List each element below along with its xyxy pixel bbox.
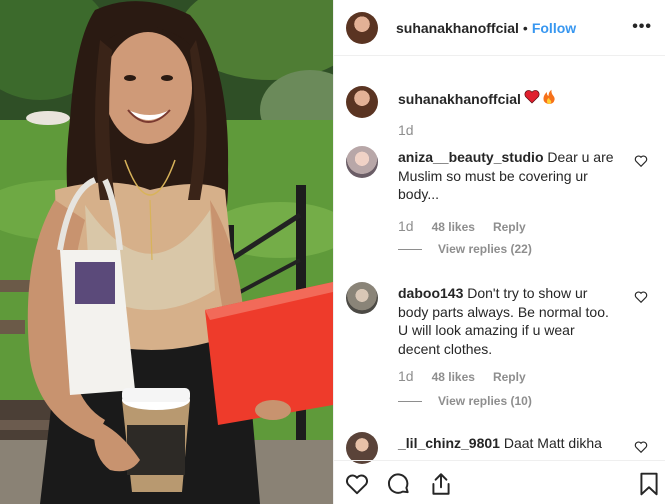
- reply-button[interactable]: Reply: [493, 370, 526, 384]
- comment-text: aniza__beauty_studio Dear u are Muslim s…: [398, 148, 618, 204]
- comment-like-heart-icon[interactable]: [634, 290, 648, 304]
- author-avatar[interactable]: [346, 11, 378, 44]
- comment-likes[interactable]: 48 likes: [432, 370, 475, 384]
- commenter-username[interactable]: aniza__beauty_studio: [398, 149, 544, 165]
- comment-text: _lil_chinz_9801 Daat Matt dikha: [398, 434, 638, 453]
- view-replies-button[interactable]: View replies (10): [398, 394, 532, 408]
- follow-button[interactable]: Follow: [532, 20, 576, 36]
- comment-text: daboo143 Don't try to show ur body parts…: [398, 284, 618, 358]
- replies-divider-line: [398, 400, 422, 402]
- caption-timestamp[interactable]: 1d: [398, 122, 414, 138]
- author-username[interactable]: suhanakhanoffcial: [396, 20, 519, 36]
- reply-button[interactable]: Reply: [493, 220, 526, 234]
- view-replies-label: View replies (22): [438, 242, 532, 256]
- post-header: suhanakhanoffcial • Follow •••: [334, 0, 665, 56]
- comment-timestamp[interactable]: 1d: [398, 368, 414, 384]
- more-options-icon[interactable]: •••: [632, 18, 652, 36]
- comment-like-heart-icon[interactable]: [634, 154, 648, 168]
- view-replies-button[interactable]: View replies (22): [398, 242, 532, 256]
- caption-username[interactable]: suhanakhanoffcial: [398, 91, 521, 107]
- comment-meta: 1d 48 likes Reply: [398, 368, 526, 384]
- comment-like-heart-icon[interactable]: [634, 440, 648, 454]
- caption-avatar[interactable]: [346, 86, 378, 118]
- caption-text: [524, 89, 558, 108]
- comment-meta: 1d 48 likes Reply: [398, 218, 526, 234]
- comment-body: Daat Matt dikha: [503, 435, 602, 451]
- comment-icon[interactable]: [386, 471, 412, 497]
- separator-dot: •: [522, 19, 528, 36]
- post-details-panel: suhanakhanoffcial • Follow ••• suhanakha…: [333, 0, 665, 504]
- heart-fire-emoji-icon: [524, 89, 555, 104]
- comment-timestamp[interactable]: 1d: [398, 218, 414, 234]
- post-action-bar: [334, 460, 665, 504]
- photo-illustration: [0, 0, 333, 504]
- commenter-username[interactable]: _lil_chinz_9801: [398, 435, 500, 451]
- heart-icon[interactable]: [344, 471, 370, 497]
- comment-likes[interactable]: 48 likes: [432, 220, 475, 234]
- commenter-username[interactable]: daboo143: [398, 285, 463, 301]
- replies-divider-line: [398, 248, 422, 250]
- post-photo[interactable]: [0, 0, 333, 504]
- commenter-avatar[interactable]: [346, 146, 378, 178]
- bookmark-icon[interactable]: [636, 471, 662, 497]
- commenter-avatar[interactable]: [346, 282, 378, 314]
- share-icon[interactable]: [428, 471, 454, 497]
- view-replies-label: View replies (10): [438, 394, 532, 408]
